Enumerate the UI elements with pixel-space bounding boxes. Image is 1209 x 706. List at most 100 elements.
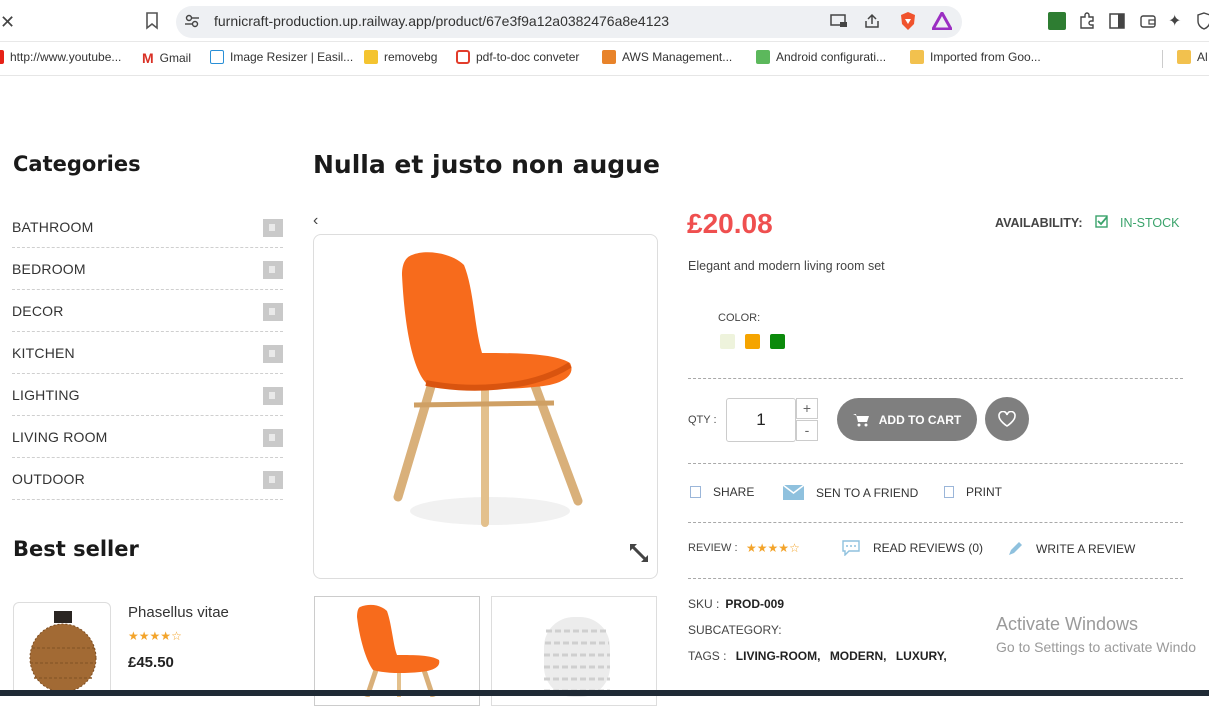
send-to-friend-button[interactable]: SEN TO A FRIEND	[783, 485, 918, 500]
extensions-puzzle-icon[interactable]	[1078, 11, 1096, 34]
tag-link[interactable]: MODERN,	[830, 649, 887, 663]
color-swatch-cream[interactable]	[720, 334, 735, 349]
share-icon	[690, 486, 701, 498]
expand-box-icon[interactable]	[263, 471, 283, 489]
bookmark-youtube[interactable]: http://www.youtube...	[0, 50, 121, 64]
category-item[interactable]: BEDROOM	[12, 248, 283, 290]
tags-row: TAGS : LIVING-ROOM, MODERN, LUXURY,	[688, 649, 947, 663]
bookmarks-bar: http://www.youtube... M Gmail Image Resi…	[0, 42, 1209, 76]
pdf-icon	[456, 50, 470, 64]
availability-label: AVAILABILITY:	[995, 216, 1083, 230]
pencil-icon	[1009, 542, 1022, 555]
category-item[interactable]: LIGHTING	[12, 374, 283, 416]
removebg-icon	[364, 50, 378, 64]
share-page-icon[interactable]	[863, 13, 881, 34]
qty-increase-button[interactable]: +	[796, 398, 818, 419]
divider	[688, 378, 1183, 379]
product-title: Nulla et justo non augue	[313, 150, 660, 179]
category-item[interactable]: OUTDOOR	[12, 458, 283, 500]
divider	[688, 463, 1183, 464]
bookmark-gmail[interactable]: M Gmail	[142, 50, 191, 66]
vpn-icon[interactable]	[1197, 12, 1209, 35]
categories-heading: Categories	[13, 152, 141, 176]
category-item[interactable]: LIVING ROOM	[12, 416, 283, 458]
expand-box-icon[interactable]	[263, 387, 283, 405]
review-rating: ★★★★☆	[746, 541, 800, 555]
taskbar	[0, 690, 1209, 696]
browser-toolbar: ✕ furnicraft-production.up.railway.app/p…	[0, 0, 1209, 42]
folder-icon	[910, 50, 924, 64]
category-item[interactable]: BATHROOM	[12, 206, 283, 248]
android-sheets-icon	[756, 50, 770, 64]
review-label: REVIEW :	[688, 542, 738, 554]
product-main-image[interactable]	[313, 234, 658, 579]
product-description: Elegant and modern living room set	[688, 259, 885, 273]
star-filled-icon: ★	[746, 541, 757, 555]
bookmark-icon[interactable]	[145, 12, 159, 35]
cart-icon	[852, 413, 869, 426]
category-item[interactable]: KITCHEN	[12, 332, 283, 374]
best-seller-name[interactable]: Phasellus vitae	[128, 604, 229, 621]
color-swatch-orange[interactable]	[745, 334, 760, 349]
star-empty-icon: ☆	[789, 541, 800, 555]
divider	[688, 578, 1183, 579]
category-label: BATHROOM	[12, 219, 94, 235]
sidebar-toggle-icon[interactable]	[1109, 13, 1125, 34]
bookmarks-divider	[1162, 50, 1163, 68]
bookmark-removebg[interactable]: removebg	[364, 50, 437, 64]
star-filled-icon: ★	[138, 629, 150, 643]
write-review-link[interactable]: WRITE A REVIEW	[1007, 540, 1135, 557]
star-filled-icon: ★	[128, 629, 139, 643]
expand-box-icon[interactable]	[263, 219, 283, 237]
wallet-icon[interactable]	[1140, 13, 1156, 34]
best-seller-item[interactable]	[13, 602, 111, 696]
expand-box-icon[interactable]	[263, 303, 283, 321]
quantity-input[interactable]: 1	[726, 398, 796, 442]
add-to-cart-button[interactable]: ADD TO CART	[837, 398, 977, 441]
category-item[interactable]: DECOR	[12, 290, 283, 332]
brave-shield-icon[interactable]	[899, 11, 917, 36]
aws-icon	[602, 50, 616, 64]
share-button[interactable]: SHARE	[690, 485, 754, 499]
best-seller-heading: Best seller	[13, 537, 139, 561]
extension-icon[interactable]	[1048, 12, 1066, 30]
read-reviews-link[interactable]: READ REVIEWS (0)	[841, 540, 983, 556]
prev-arrow[interactable]: ‹	[313, 212, 318, 230]
category-label: LIVING ROOM	[12, 429, 108, 445]
cast-icon[interactable]	[830, 13, 848, 34]
expand-box-icon[interactable]	[263, 261, 283, 279]
bookmark-android[interactable]: Android configurati...	[756, 50, 886, 64]
color-swatch-green[interactable]	[770, 334, 785, 349]
tag-link[interactable]: LUXURY,	[896, 649, 947, 663]
category-label: OUTDOOR	[12, 471, 85, 487]
expand-box-icon[interactable]	[263, 345, 283, 363]
print-button[interactable]: PRINT	[944, 485, 1002, 499]
bookmark-image-resizer[interactable]: Image Resizer | Easil...	[210, 50, 353, 64]
category-label: KITCHEN	[12, 345, 75, 361]
url-text: furnicraft-production.up.railway.app/pro…	[214, 13, 670, 29]
expand-box-icon[interactable]	[263, 429, 283, 447]
close-tab-icon[interactable]: ✕	[0, 12, 15, 33]
site-settings-icon[interactable]	[184, 13, 200, 34]
folder-icon	[1177, 50, 1191, 64]
star-filled-icon: ★	[160, 629, 172, 643]
bookmark-pdf-to-doc[interactable]: pdf-to-doc conveter	[456, 50, 579, 64]
sku-value: PROD-009	[725, 597, 785, 611]
bookmark-aws[interactable]: AWS Management...	[602, 50, 732, 64]
qty-decrease-button[interactable]: -	[796, 420, 818, 441]
activate-windows-subtitle: Go to Settings to activate Windo	[996, 639, 1196, 655]
category-label: DECOR	[12, 303, 64, 319]
bookmark-folder-imported[interactable]: Imported from Goo...	[910, 50, 1041, 64]
bookmark-folder-all[interactable]: Al	[1177, 50, 1208, 64]
activate-windows-title: Activate Windows	[996, 614, 1139, 634]
brave-rewards-icon[interactable]	[930, 9, 954, 35]
best-seller-price: £45.50	[128, 654, 174, 671]
leo-ai-icon[interactable]: ✦	[1168, 11, 1181, 31]
divider	[688, 522, 1183, 523]
tag-link[interactable]: LIVING-ROOM,	[736, 649, 821, 663]
expand-icon[interactable]	[627, 541, 651, 570]
wishlist-button[interactable]	[985, 397, 1029, 441]
qty-label: QTY :	[688, 414, 717, 426]
subcategory-row: SUBCATEGORY:	[688, 623, 782, 637]
availability-status: IN-STOCK	[1120, 216, 1180, 230]
